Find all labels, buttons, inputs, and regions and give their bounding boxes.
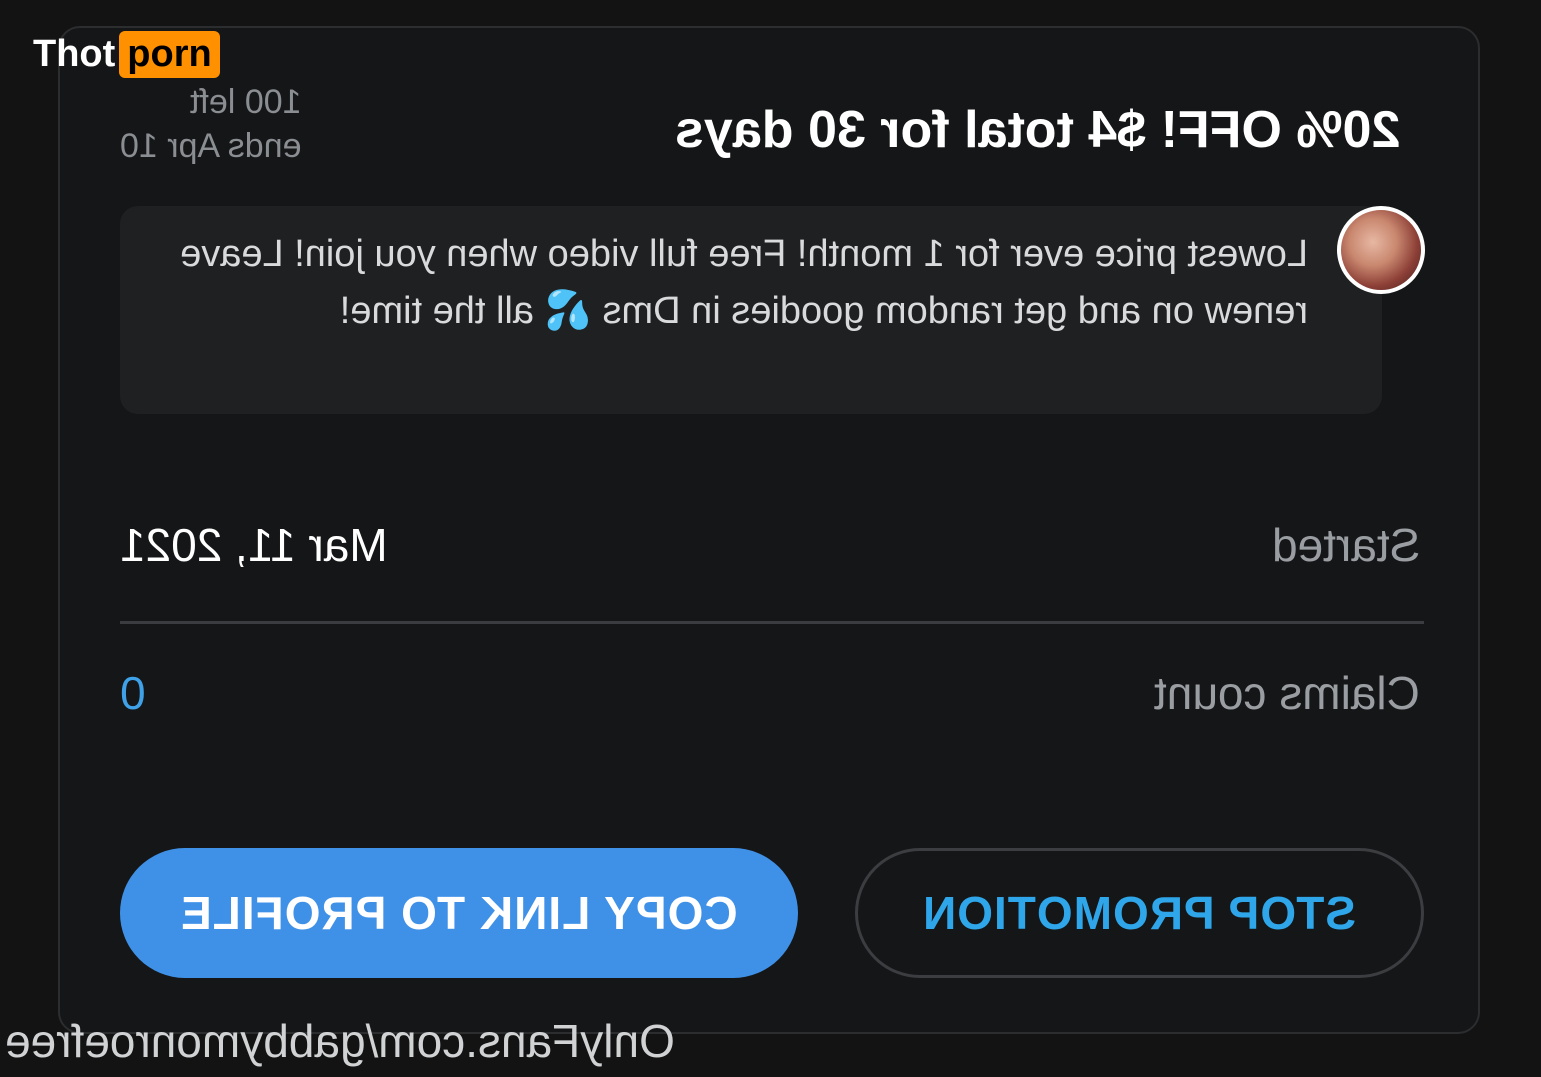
profile-url-watermark: OnlyFans.com/gabbymonroefree: [5, 1014, 675, 1068]
profile-avatar[interactable]: [1337, 206, 1425, 294]
copy-link-label: COPY LINK TO PROFILE: [180, 887, 738, 939]
started-label-text: Started: [1271, 519, 1420, 571]
promo-message-box: Lowest price ever for 1 month! Free full…: [120, 206, 1382, 414]
started-label: Started: [1272, 518, 1420, 572]
claims-value: 0: [120, 666, 146, 720]
profile-url-text: OnlyFans.com/gabbymonroefree: [5, 1015, 675, 1067]
row-divider: [120, 621, 1424, 624]
promo-meta: 100 left ends Apr 10: [120, 80, 301, 168]
claims-label: Claims count: [1154, 666, 1420, 720]
started-value: Mar 11, 2021: [120, 518, 388, 572]
copy-link-button[interactable]: COPY LINK TO PROFILE: [120, 848, 798, 978]
stop-promotion-button[interactable]: STOP PROMOTION: [855, 848, 1424, 978]
promo-title: 20% OFF! $4 total for 30 days: [655, 100, 1421, 160]
stop-promotion-label: STOP PROMOTION: [922, 887, 1357, 939]
site-logo: Thot porn: [33, 28, 220, 80]
end-date: ends Apr 10: [120, 127, 302, 165]
claims-value-text: 0: [120, 667, 146, 719]
promo-message-text: Lowest price ever for 1 month! Free full…: [180, 233, 1308, 332]
claims-label-text: Claims count: [1154, 667, 1420, 719]
started-value-text: Mar 11, 2021: [120, 519, 388, 571]
promotion-card: 100 left ends Apr 10 20% OFF! $4 total f…: [58, 26, 1480, 1034]
remaining-count: 100 left: [189, 83, 302, 121]
logo-text-porn: porn: [119, 30, 220, 78]
promo-title-text: 20% OFF! $4 total for 30 days: [675, 101, 1401, 159]
logo-text-thot: Thot: [33, 32, 116, 75]
